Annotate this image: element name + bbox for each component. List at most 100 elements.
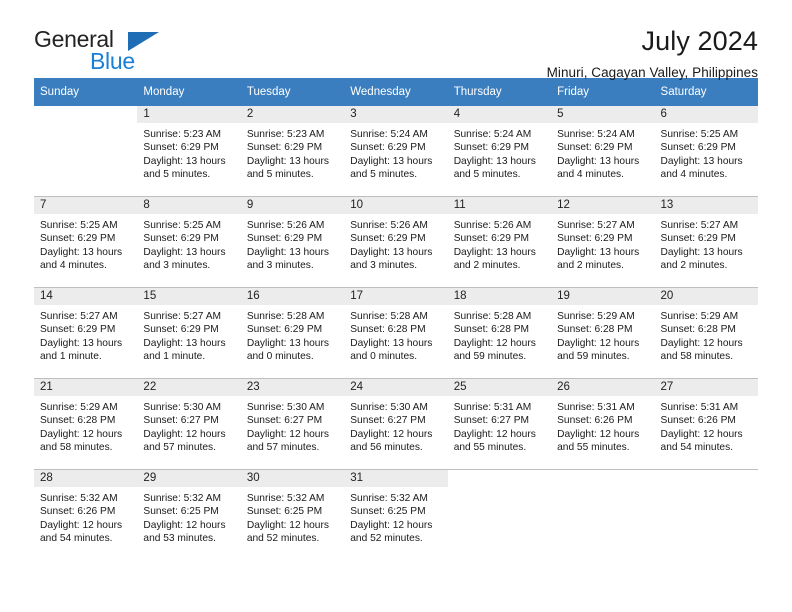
calendar-day-cell[interactable]: 23 Sunrise: 5:30 AM Sunset: 6:27 PM Dayligh… <box>240 378 345 470</box>
calendar-day-cell[interactable]: 20 Sunrise: 5:29 AM Sunset: 6:28 PM Dayligh… <box>654 287 758 379</box>
day-number: 13 <box>654 197 758 214</box>
day-sunrise-text: Sunrise: 5:23 AM <box>143 129 222 140</box>
day-daylight-text: and 5 minutes. <box>143 168 211 180</box>
day-sun-info: Sunrise: 5:31 AM Sunset: 6:26 PM Daylight:… <box>551 396 654 454</box>
day-sunrise-text: Sunrise: 5:26 AM <box>453 220 532 231</box>
day-sunrise-text: Sunrise: 5:29 AM <box>40 402 118 413</box>
day-sunset-text: Sunset: 6:27 PM <box>246 415 323 427</box>
calendar-day-cell[interactable]: 18 Sunrise: 5:28 AM Sunset: 6:28 PM Dayligh… <box>447 287 552 379</box>
day-sun-info: Sunrise: 5:28 AM Sunset: 6:28 PM Daylight:… <box>448 305 551 363</box>
calendar-day-cell[interactable]: 10 Sunrise: 5:26 AM Sunset: 6:29 PM Dayligh… <box>344 196 448 288</box>
calendar-day-cell[interactable]: 13 Sunrise: 5:27 AM Sunset: 6:29 PM Dayligh… <box>654 196 758 288</box>
calendar-day-cell[interactable]: 5 Sunrise: 5:24 AM Sunset: 6:29 PM Daylight… <box>551 106 655 197</box>
calendar-day-cell[interactable]: 21 Sunrise: 5:29 AM Sunset: 6:28 PM Dayligh… <box>34 378 138 470</box>
calendar-day-cell[interactable]: 12 Sunrise: 5:27 AM Sunset: 6:29 PM Dayligh… <box>551 196 655 288</box>
day-daylight-text: Daylight: 13 hours <box>40 337 123 349</box>
day-daylight-text: Daylight: 13 hours <box>557 155 640 167</box>
calendar-day-cell[interactable]: 30 Sunrise: 5:32 AM Sunset: 6:25 PM Dayligh… <box>240 469 345 560</box>
day-daylight-text: and 59 minutes. <box>557 350 630 362</box>
day-daylight-text: and 52 minutes. <box>350 532 423 544</box>
title-block: July 2024 Minuri, Cagayan Valley, Philip… <box>547 26 758 80</box>
day-cell-content: 5 Sunrise: 5:24 AM Sunset: 6:29 PM Daylight… <box>551 106 655 196</box>
day-sunrise-text: Sunrise: 5:26 AM <box>350 220 428 231</box>
calendar-day-cell[interactable]: 31 Sunrise: 5:32 AM Sunset: 6:25 PM Dayligh… <box>344 469 448 560</box>
day-sunrise-text: Sunrise: 5:27 AM <box>660 220 739 231</box>
day-daylight-text: Daylight: 12 hours <box>40 428 123 440</box>
day-daylight-text: Daylight: 13 hours <box>350 155 433 167</box>
calendar-day-cell[interactable]: 7 Sunrise: 5:25 AM Sunset: 6:29 PM Daylight… <box>34 196 138 288</box>
calendar-day-cell[interactable]: 17 Sunrise: 5:28 AM Sunset: 6:28 PM Dayligh… <box>344 287 448 379</box>
calendar-day-cell[interactable]: 2 Sunrise: 5:23 AM Sunset: 6:29 PM Daylight… <box>240 106 345 197</box>
calendar-day-cell[interactable]: 27 Sunrise: 5:31 AM Sunset: 6:26 PM Dayligh… <box>654 378 758 470</box>
day-number: 27 <box>654 379 758 396</box>
day-sun-info: Sunrise: 5:26 AM Sunset: 6:29 PM Daylight:… <box>448 214 551 272</box>
day-sunrise-text: Sunrise: 5:28 AM <box>246 311 325 322</box>
calendar-day-cell[interactable]: 9 Sunrise: 5:26 AM Sunset: 6:29 PM Daylight… <box>240 196 345 288</box>
day-sunset-text: Sunset: 6:29 PM <box>143 324 219 336</box>
day-sun-info: Sunrise: 5:32 AM Sunset: 6:26 PM Daylight:… <box>34 487 137 545</box>
calendar-week-row: 1 Sunrise: 5:23 AM Sunset: 6:29 PM Daylight… <box>34 106 758 197</box>
calendar-day-cell <box>551 469 655 560</box>
day-daylight-text: and 57 minutes. <box>246 441 320 453</box>
day-sunrise-text: Sunrise: 5:27 AM <box>40 311 118 322</box>
calendar-day-cell[interactable]: 24 Sunrise: 5:30 AM Sunset: 6:27 PM Dayligh… <box>344 378 448 470</box>
calendar-day-cell[interactable]: 1 Sunrise: 5:23 AM Sunset: 6:29 PM Daylight… <box>137 106 241 197</box>
day-daylight-text: and 55 minutes. <box>453 441 527 453</box>
day-sunset-text: Sunset: 6:29 PM <box>350 233 426 245</box>
day-sunset-text: Sunset: 6:26 PM <box>557 415 633 427</box>
day-sunrise-text: Sunrise: 5:32 AM <box>350 493 428 504</box>
day-daylight-text: Daylight: 13 hours <box>660 155 743 167</box>
day-cell-content: 11 Sunrise: 5:26 AM Sunset: 6:29 PM Dayligh… <box>447 197 552 287</box>
day-cell-content: 25 Sunrise: 5:31 AM Sunset: 6:27 PM Dayligh… <box>447 379 552 469</box>
day-sunrise-text: Sunrise: 5:25 AM <box>660 129 739 140</box>
day-sunset-text: Sunset: 6:28 PM <box>350 324 426 336</box>
calendar-day-cell[interactable]: 26 Sunrise: 5:31 AM Sunset: 6:26 PM Dayligh… <box>551 378 655 470</box>
weekday-header-monday: Monday <box>137 78 241 106</box>
day-daylight-text: and 4 minutes. <box>557 168 624 180</box>
calendar-day-cell[interactable]: 3 Sunrise: 5:24 AM Sunset: 6:29 PM Daylight… <box>344 106 448 197</box>
calendar-day-cell[interactable]: 15 Sunrise: 5:27 AM Sunset: 6:29 PM Dayligh… <box>137 287 241 379</box>
calendar-day-cell[interactable]: 16 Sunrise: 5:28 AM Sunset: 6:29 PM Dayligh… <box>240 287 345 379</box>
day-cell-content: 15 Sunrise: 5:27 AM Sunset: 6:29 PM Dayligh… <box>137 288 241 378</box>
day-sunset-text: Sunset: 6:29 PM <box>557 233 633 245</box>
day-sunset-text: Sunset: 6:28 PM <box>557 324 633 336</box>
day-sunset-text: Sunset: 6:26 PM <box>660 415 736 427</box>
day-sun-info: Sunrise: 5:25 AM Sunset: 6:29 PM Daylight:… <box>34 214 137 272</box>
day-sunset-text: Sunset: 6:28 PM <box>453 324 530 336</box>
day-sunset-text: Sunset: 6:29 PM <box>40 233 116 245</box>
calendar-day-cell[interactable]: 29 Sunrise: 5:32 AM Sunset: 6:25 PM Dayligh… <box>137 469 241 560</box>
day-number: 26 <box>551 379 655 396</box>
day-daylight-text: and 58 minutes. <box>40 441 113 453</box>
calendar-day-cell[interactable]: 11 Sunrise: 5:26 AM Sunset: 6:29 PM Dayligh… <box>447 196 552 288</box>
day-sunrise-text: Sunrise: 5:27 AM <box>143 311 222 322</box>
day-sunrise-text: Sunrise: 5:27 AM <box>557 220 635 231</box>
day-number: 29 <box>137 470 241 487</box>
day-number: 17 <box>344 288 448 305</box>
day-sun-info: Sunrise: 5:29 AM Sunset: 6:28 PM Daylight:… <box>655 305 758 363</box>
day-cell-content: 8 Sunrise: 5:25 AM Sunset: 6:29 PM Daylight… <box>137 197 241 287</box>
calendar-day-cell[interactable]: 14 Sunrise: 5:27 AM Sunset: 6:29 PM Dayligh… <box>34 287 138 379</box>
day-sunset-text: Sunset: 6:29 PM <box>557 142 633 154</box>
day-cell-content: 21 Sunrise: 5:29 AM Sunset: 6:28 PM Dayligh… <box>34 379 138 469</box>
day-daylight-text: and 5 minutes. <box>246 168 314 180</box>
calendar-day-cell[interactable]: 6 Sunrise: 5:25 AM Sunset: 6:29 PM Daylight… <box>654 106 758 197</box>
day-sunset-text: Sunset: 6:29 PM <box>246 324 323 336</box>
generalblue-logo[interactable]: General Blue <box>34 26 164 73</box>
day-cell-content: 12 Sunrise: 5:27 AM Sunset: 6:29 PM Dayligh… <box>551 197 655 287</box>
calendar-day-cell[interactable]: 19 Sunrise: 5:29 AM Sunset: 6:28 PM Dayligh… <box>551 287 655 379</box>
sunrise-sunset-calendar: Sunday Monday Tuesday Wednesday Thursday… <box>34 78 758 560</box>
day-cell-content: 7 Sunrise: 5:25 AM Sunset: 6:29 PM Daylight… <box>34 197 138 287</box>
day-sunrise-text: Sunrise: 5:31 AM <box>660 402 739 413</box>
calendar-day-cell[interactable]: 8 Sunrise: 5:25 AM Sunset: 6:29 PM Daylight… <box>137 196 241 288</box>
day-sun-info: Sunrise: 5:27 AM Sunset: 6:29 PM Daylight:… <box>551 214 654 272</box>
calendar-day-cell[interactable]: 22 Sunrise: 5:30 AM Sunset: 6:27 PM Dayligh… <box>137 378 241 470</box>
calendar-day-cell[interactable]: 28 Sunrise: 5:32 AM Sunset: 6:26 PM Dayligh… <box>34 469 138 560</box>
day-daylight-text: Daylight: 13 hours <box>453 155 536 167</box>
day-cell-content: 27 Sunrise: 5:31 AM Sunset: 6:26 PM Dayligh… <box>654 379 758 469</box>
day-daylight-text: and 4 minutes. <box>660 168 728 180</box>
calendar-day-cell[interactable]: 25 Sunrise: 5:31 AM Sunset: 6:27 PM Dayligh… <box>447 378 552 470</box>
calendar-day-cell[interactable]: 4 Sunrise: 5:24 AM Sunset: 6:29 PM Daylight… <box>447 106 552 197</box>
day-sunrise-text: Sunrise: 5:28 AM <box>350 311 428 322</box>
day-cell-content <box>655 470 758 560</box>
day-sun-info: Sunrise: 5:28 AM Sunset: 6:28 PM Daylight:… <box>344 305 447 363</box>
